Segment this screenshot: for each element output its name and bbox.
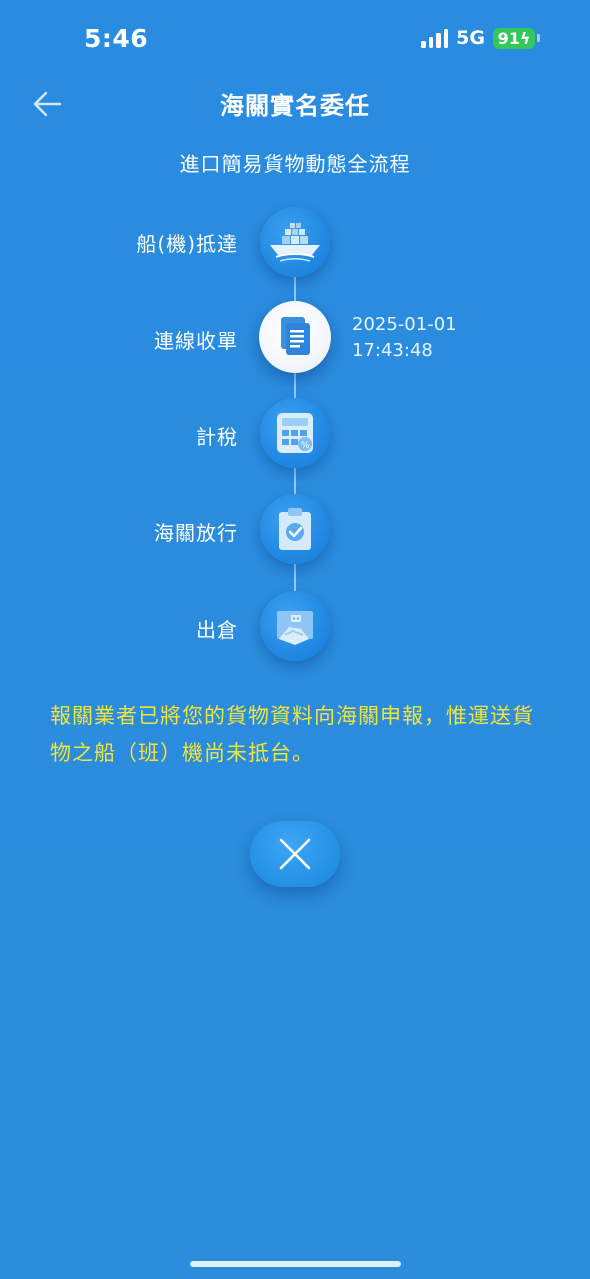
step-arrival[interactable] <box>260 207 330 277</box>
home-indicator[interactable] <box>190 1261 401 1267</box>
network-type: 5G <box>456 27 485 49</box>
document-icon <box>281 317 310 355</box>
charging-bolt-icon: ϟ <box>519 28 531 48</box>
status-time: 5:46 <box>84 24 149 53</box>
page-title: 海關實名委任 <box>220 92 370 120</box>
step-tax[interactable]: % <box>260 398 330 468</box>
step-label-warehouse: 出倉 <box>196 618 238 642</box>
step-label-tax: 計稅 <box>196 425 238 449</box>
warehouse-handshake-icon <box>277 611 313 645</box>
step-filing[interactable] <box>259 301 331 373</box>
step-timestamp: 2025-01-01 17:43:48 <box>352 312 457 364</box>
step-release[interactable] <box>260 494 330 564</box>
status-indicators: 5G 91ϟ <box>421 27 540 49</box>
screen: 5:46 5G 91ϟ 海關實名委任 進口簡易貨物動態全流程 船(機)抵達 連線… <box>0 0 590 1279</box>
status-message: 報關業者已將您的貨物資料向海關申報，惟運送貨物之船（班）機尚未抵台。 <box>50 704 534 765</box>
step-label-arrival: 船(機)抵達 <box>136 232 238 256</box>
signal-icon <box>421 28 449 48</box>
timestamp-time: 17:43:48 <box>352 340 433 361</box>
process-subtitle: 進口簡易貨物動態全流程 <box>179 152 411 176</box>
step-label-release: 海關放行 <box>154 521 238 545</box>
battery-icon: 91ϟ <box>493 27 540 49</box>
battery-level: 91 <box>497 28 520 48</box>
step-warehouse[interactable] <box>260 591 330 661</box>
close-button[interactable] <box>250 821 340 887</box>
timestamp-date: 2025-01-01 <box>352 314 457 335</box>
ship-plane-icon <box>270 223 320 262</box>
close-icon <box>279 838 311 870</box>
step-label-filing: 連線收單 <box>154 329 238 353</box>
calculator-icon: % <box>277 413 313 453</box>
svg-text:%: % <box>301 441 310 451</box>
clipboard-check-icon <box>279 508 311 550</box>
